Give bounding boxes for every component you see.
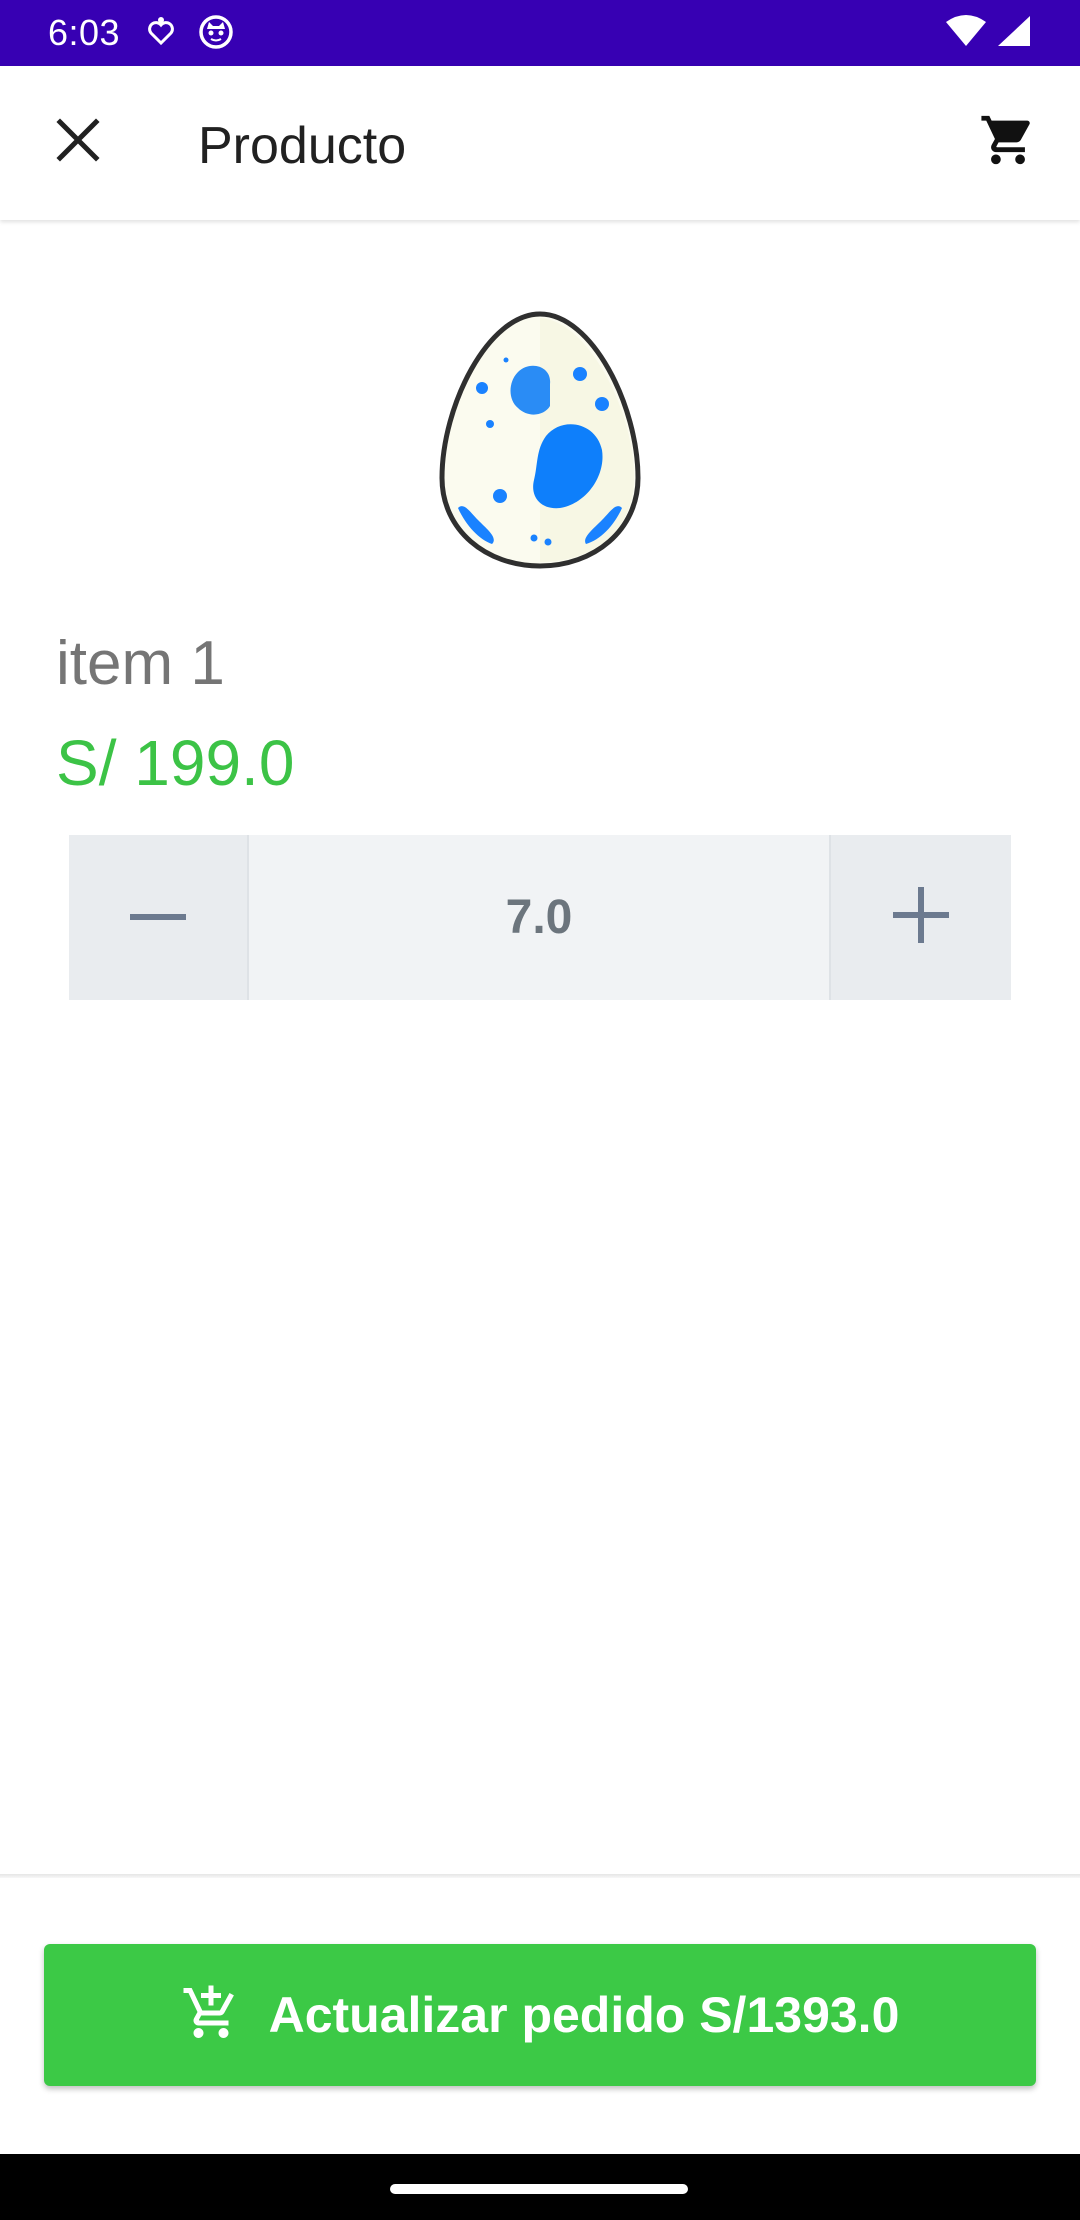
plus-icon — [893, 887, 949, 948]
quantity-value[interactable]: 7.0 — [249, 835, 829, 1000]
egg-icon — [436, 311, 644, 576]
add-to-cart-icon — [181, 1983, 241, 2048]
product-name: item 1 — [56, 629, 225, 698]
cat-face-icon — [198, 13, 234, 54]
status-bar: 6:03 — [0, 0, 1080, 66]
minus-icon — [130, 909, 186, 927]
status-system-icons — [944, 14, 1032, 53]
bottom-divider — [0, 1874, 1080, 1878]
decrement-button[interactable] — [69, 835, 249, 1000]
cart-button[interactable] — [966, 100, 1050, 184]
app-bar: Producto — [0, 66, 1080, 220]
wifi-icon — [944, 14, 988, 53]
product-price: S/ 199.0 — [56, 727, 295, 799]
quantity-stepper: 7.0 — [69, 835, 1011, 1000]
status-time: 6:03 — [48, 12, 121, 53]
increment-button[interactable] — [829, 835, 1011, 1000]
health-icon — [148, 16, 174, 51]
cart-icon — [979, 111, 1037, 174]
close-button[interactable] — [36, 100, 120, 184]
page-title: Producto — [198, 117, 407, 175]
update-order-label: Actualizar pedido S/1393.0 — [268, 1987, 900, 2043]
home-gesture-handle[interactable] — [390, 2184, 688, 2194]
update-order-button[interactable]: Actualizar pedido S/1393.0 — [44, 1944, 1036, 2086]
product-image — [436, 308, 644, 572]
status-notification-icons — [148, 13, 234, 54]
navigation-bar — [0, 2154, 1080, 2220]
signal-icon — [996, 14, 1032, 53]
product-screen: 6:03 Producto item 1 S/ 199.0 7.0 Actual… — [0, 0, 1080, 2220]
close-icon — [56, 117, 100, 167]
